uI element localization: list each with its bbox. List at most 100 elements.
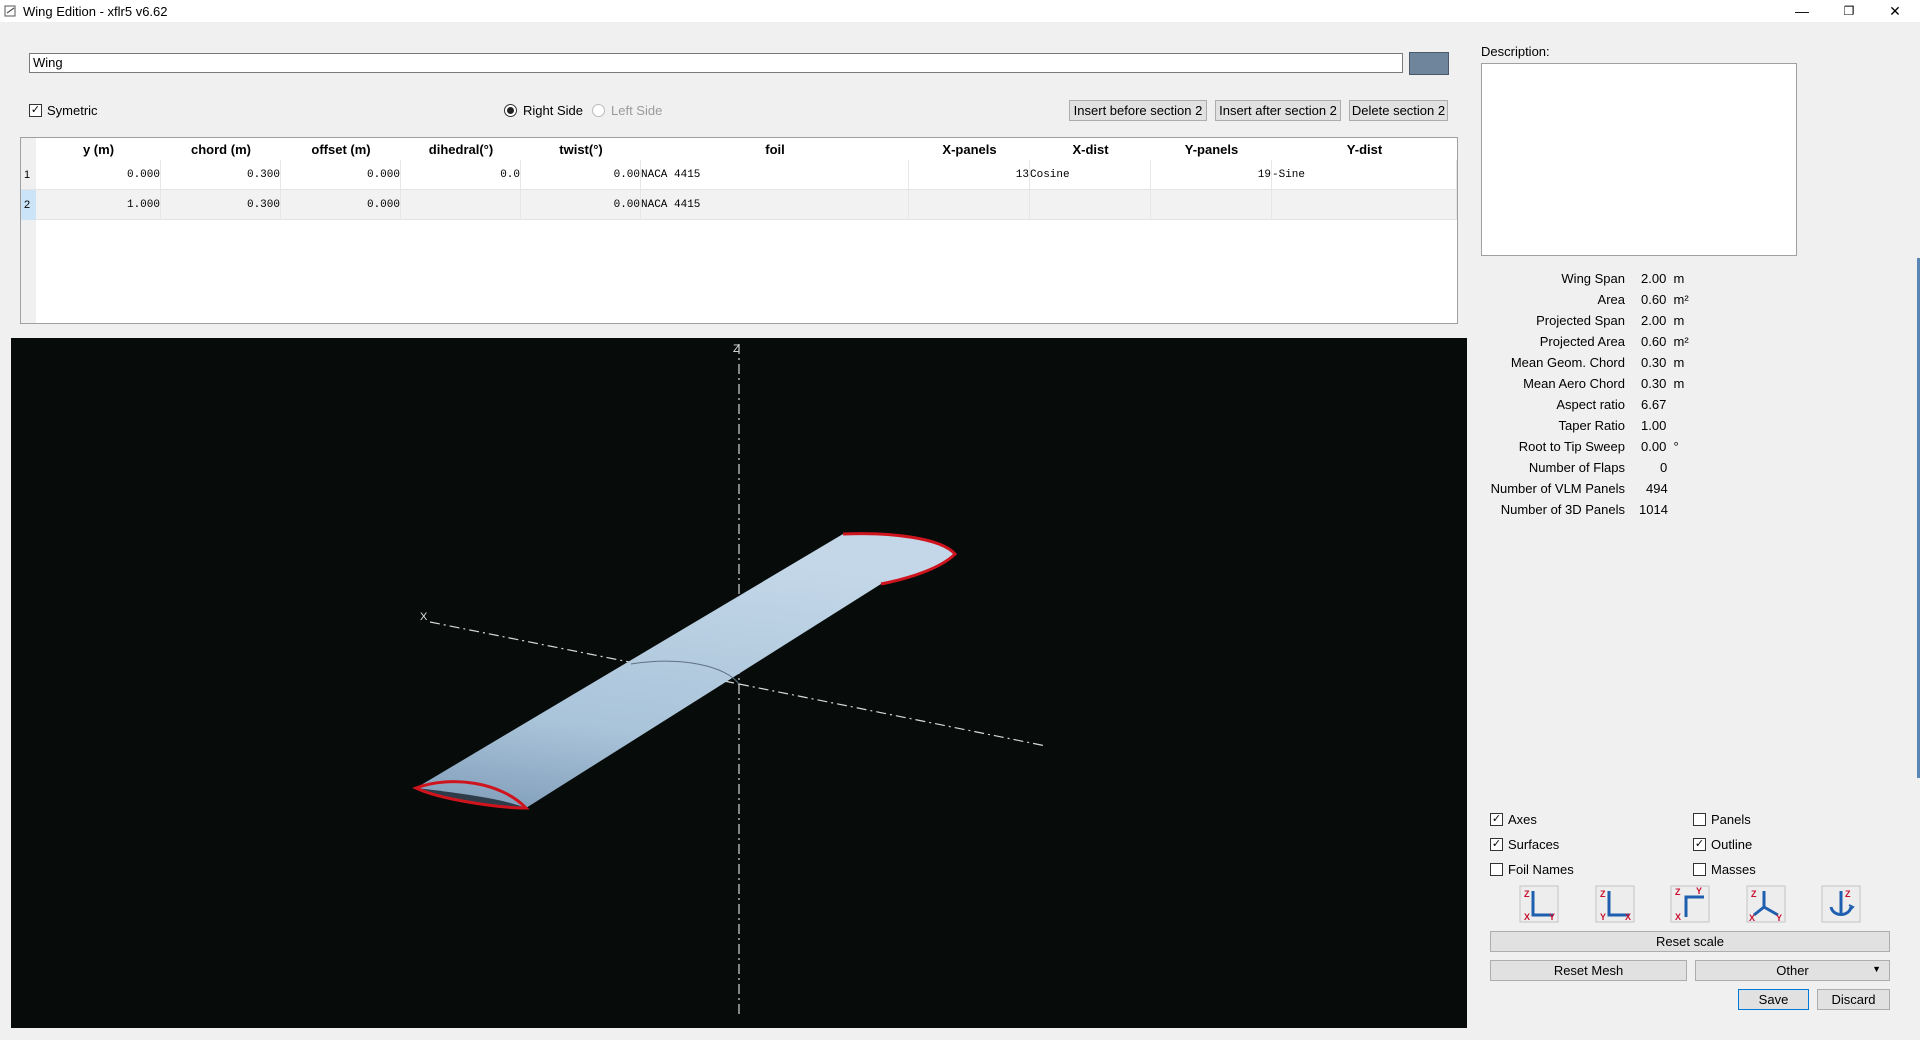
x-axis-line-front — [738, 683, 1047, 747]
cell-y-dist[interactable] — [1272, 190, 1457, 220]
reset-mesh-button[interactable]: Reset Mesh — [1490, 960, 1687, 981]
prop-value: 2.00 m — [1641, 271, 1685, 286]
masses-checkbox[interactable] — [1693, 863, 1706, 876]
column-header-chord[interactable]: chord (m) — [161, 138, 281, 160]
prop-name: Number of Flaps — [1528, 460, 1625, 475]
other-dropdown-label: Other — [1776, 963, 1809, 978]
cell-y[interactable]: 0.000 — [36, 160, 161, 190]
prop-value: 1.00 — [1641, 418, 1667, 433]
wing-color-button[interactable] — [1409, 52, 1449, 75]
prop-name: Wing Span — [1561, 271, 1625, 286]
column-header-x-dist[interactable]: X-dist — [1030, 138, 1151, 160]
prop-value: 1014 — [1639, 502, 1668, 517]
insert-before-button[interactable]: Insert before section 2 — [1069, 100, 1207, 121]
prop-value: 0 — [1660, 460, 1668, 475]
cell-offset[interactable]: 0.000 — [281, 160, 401, 190]
foil-names-checkbox[interactable] — [1490, 863, 1503, 876]
right-side-radio[interactable] — [504, 104, 517, 117]
insert-after-button[interactable]: Insert after section 2 — [1215, 100, 1341, 121]
description-textarea[interactable] — [1481, 63, 1797, 256]
minimize-button[interactable]: — — [1780, 0, 1824, 22]
window-title: Wing Edition - xflr5 v6.62 — [23, 4, 168, 19]
row-number[interactable]: 2 — [21, 190, 36, 220]
outline-checkbox[interactable]: ✓ — [1693, 838, 1706, 851]
flip-view-icon[interactable]: Z — [1821, 885, 1861, 923]
chevron-down-icon: ▼ — [1872, 964, 1881, 974]
cell-y-dist[interactable]: -Sine — [1272, 160, 1457, 190]
right-side-label: Right Side — [523, 103, 583, 118]
prop-value: 494 — [1646, 481, 1668, 496]
prop-name: Aspect ratio — [1556, 397, 1625, 412]
cell-offset[interactable]: 0.000 — [281, 190, 401, 220]
panels-checkbox[interactable] — [1693, 813, 1706, 826]
masses-label: Masses — [1711, 862, 1756, 877]
symetric-checkbox[interactable]: ✓ — [29, 104, 42, 117]
prop-value: 6.67 — [1641, 397, 1667, 412]
cell-foil[interactable]: NACA 4415 — [641, 160, 909, 190]
prop-name: Number of VLM Panels — [1490, 481, 1625, 496]
sections-table[interactable]: y (m) chord (m) offset (m) dihedral(°) t… — [20, 137, 1458, 324]
cell-dihedral[interactable]: 0.0 — [401, 160, 521, 190]
cell-y-panels[interactable] — [1151, 190, 1272, 220]
cell-twist[interactable]: 0.00 — [521, 190, 641, 220]
close-button[interactable]: ✕ — [1873, 0, 1917, 22]
wing-3d-canvas: X Z — [412, 343, 1047, 1018]
top-view-icon[interactable]: Z Y X — [1670, 885, 1710, 923]
wing-3d-view[interactable]: X Z — [11, 338, 1467, 1028]
svg-text:Y: Y — [1696, 886, 1702, 896]
delete-section-button[interactable]: Delete section 2 — [1349, 100, 1448, 121]
prop-name: Projected Area — [1539, 334, 1625, 349]
left-side-label: Left Side — [611, 103, 663, 118]
table-row[interactable]: 2 1.000 0.300 0.000 0.00 NACA 4415 — [21, 190, 1457, 220]
column-header-foil[interactable]: foil — [641, 138, 909, 160]
prop-name: Area — [1597, 292, 1625, 307]
discard-button[interactable]: Discard — [1817, 989, 1890, 1010]
cell-twist[interactable]: 0.00 — [521, 160, 641, 190]
cell-dihedral[interactable] — [401, 190, 521, 220]
app-icon — [4, 5, 16, 17]
symetric-label: Symetric — [47, 103, 98, 118]
table-row[interactable]: 1 0.000 0.300 0.000 0.0 0.00 NACA 4415 1… — [21, 160, 1457, 190]
cell-x-panels[interactable] — [909, 190, 1030, 220]
column-header-y-panels[interactable]: Y-panels — [1151, 138, 1272, 160]
iso-view-icon[interactable]: Z X Y — [1746, 885, 1786, 923]
column-header-y-dist[interactable]: Y-dist — [1272, 138, 1457, 160]
save-button[interactable]: Save — [1738, 989, 1809, 1010]
svg-text:Z: Z — [1524, 889, 1530, 899]
prop-name: Mean Geom. Chord — [1510, 355, 1625, 370]
column-header-dihedral[interactable]: dihedral(°) — [401, 138, 521, 160]
svg-text:Y: Y — [1549, 912, 1555, 922]
other-dropdown[interactable]: Other ▼ — [1695, 960, 1890, 981]
cell-x-panels[interactable]: 13 — [909, 160, 1030, 190]
column-header-x-panels[interactable]: X-panels — [909, 138, 1030, 160]
side-view-icon[interactable]: Z Y X — [1595, 885, 1635, 923]
check-icon: ✓ — [30, 104, 41, 116]
prop-value: 2.00 m — [1641, 313, 1685, 328]
axes-checkbox[interactable]: ✓ — [1490, 813, 1503, 826]
prop-value: 0.30 m — [1641, 376, 1685, 391]
svg-text:X: X — [1524, 912, 1530, 922]
row-number[interactable]: 1 — [21, 160, 36, 190]
cell-y-panels[interactable]: 19 — [1151, 160, 1272, 190]
cell-y[interactable]: 1.000 — [36, 190, 161, 220]
prop-name: Root to Tip Sweep — [1518, 439, 1625, 454]
cell-foil[interactable]: NACA 4415 — [641, 190, 909, 220]
cell-x-dist[interactable]: Cosine — [1030, 160, 1151, 190]
reset-scale-button[interactable]: Reset scale — [1490, 931, 1890, 952]
svg-text:X: X — [1675, 912, 1681, 922]
svg-text:X: X — [1625, 912, 1631, 922]
cell-chord[interactable]: 0.300 — [161, 190, 281, 220]
prop-value: 0.30 m — [1641, 355, 1685, 370]
cell-x-dist[interactable] — [1030, 190, 1151, 220]
prop-value: 0.60 m² — [1641, 334, 1689, 349]
wing-name-input[interactable]: Wing — [29, 53, 1403, 73]
cell-chord[interactable]: 0.300 — [161, 160, 281, 190]
surfaces-checkbox[interactable]: ✓ — [1490, 838, 1503, 851]
left-side-radio — [592, 104, 605, 117]
front-view-icon[interactable]: Z X Y — [1519, 885, 1559, 923]
column-header-y[interactable]: y (m) — [36, 138, 161, 160]
restore-button[interactable]: ❐ — [1827, 0, 1871, 22]
prop-name: Number of 3D Panels — [1500, 502, 1625, 517]
column-header-twist[interactable]: twist(°) — [521, 138, 641, 160]
column-header-offset[interactable]: offset (m) — [281, 138, 401, 160]
